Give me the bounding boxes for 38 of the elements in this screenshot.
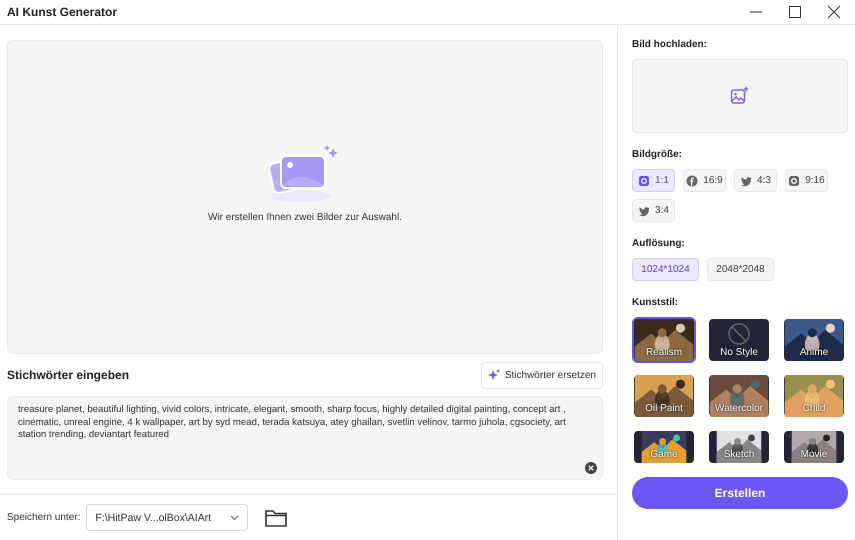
close-icon[interactable]	[828, 6, 840, 18]
save-label: Speichern unter:	[7, 512, 80, 523]
resolution-option[interactable]: 2048*2048	[707, 258, 774, 281]
camera-icon	[638, 174, 650, 186]
replace-keywords-button[interactable]: Stichwörter ersetzen	[480, 362, 603, 389]
chevron-icon	[230, 514, 240, 520]
bird-icon	[638, 204, 650, 216]
folder-icon[interactable]	[265, 508, 288, 526]
maximize-icon[interactable]	[789, 6, 801, 18]
camera-icon	[788, 174, 800, 186]
window-title: AI Kunst Generator	[7, 5, 118, 19]
size-heading: Bildgröße:	[632, 149, 683, 160]
style-heading: Kunststil:	[632, 297, 680, 308]
clear-icon[interactable]	[585, 462, 597, 474]
keywords-field[interactable]: treasure planet, beautiful lighting, vivid colors, intricate, elegant, smooth, sharp focus, highly detailed digital painting, concept art , cinematic, unreal engine, 4 k wallpaper, art by syd mead, terada katsuya, atey ghailan, svetlin velinov, tarmo juhola, cgsociety, art station trending, deviantart featured	[7, 396, 603, 480]
style-option[interactable]: Anime	[782, 317, 846, 363]
style-option[interactable]: Oil Paint	[632, 373, 696, 419]
bird-icon	[740, 174, 752, 186]
size-option[interactable]: 16:9	[683, 169, 726, 192]
resolution-heading: Auflösung:	[632, 238, 686, 249]
size-option[interactable]: 3:4	[632, 199, 675, 222]
create-button[interactable]: Erstellen	[632, 477, 848, 509]
style-option[interactable]: Movie	[782, 429, 846, 465]
size-option[interactable]: 4:3	[734, 169, 777, 192]
preview-message: Wir erstellen Ihnen zwei Bilder zur Auswahl.	[208, 212, 402, 223]
resolution-option[interactable]: 1024*1024	[632, 258, 699, 281]
style-option[interactable]: No Style	[707, 317, 771, 363]
sparkle-icon	[488, 369, 500, 382]
no-symbol-icon	[728, 323, 750, 345]
size-option[interactable]: 9:16	[785, 169, 828, 192]
f-logo-icon	[686, 174, 698, 186]
style-option[interactable]: Realism	[632, 317, 696, 363]
add-image-icon	[730, 86, 750, 106]
upload-heading: Bild hochladen:	[632, 39, 708, 50]
keywords-heading: Stichwörter eingeben	[7, 368, 130, 382]
save-path-dropdown[interactable]: F:\HitPaw V...olBox\AIArt	[86, 504, 248, 531]
size-option[interactable]: 1:1	[632, 169, 675, 192]
style-option[interactable]: Sketch	[707, 429, 771, 465]
